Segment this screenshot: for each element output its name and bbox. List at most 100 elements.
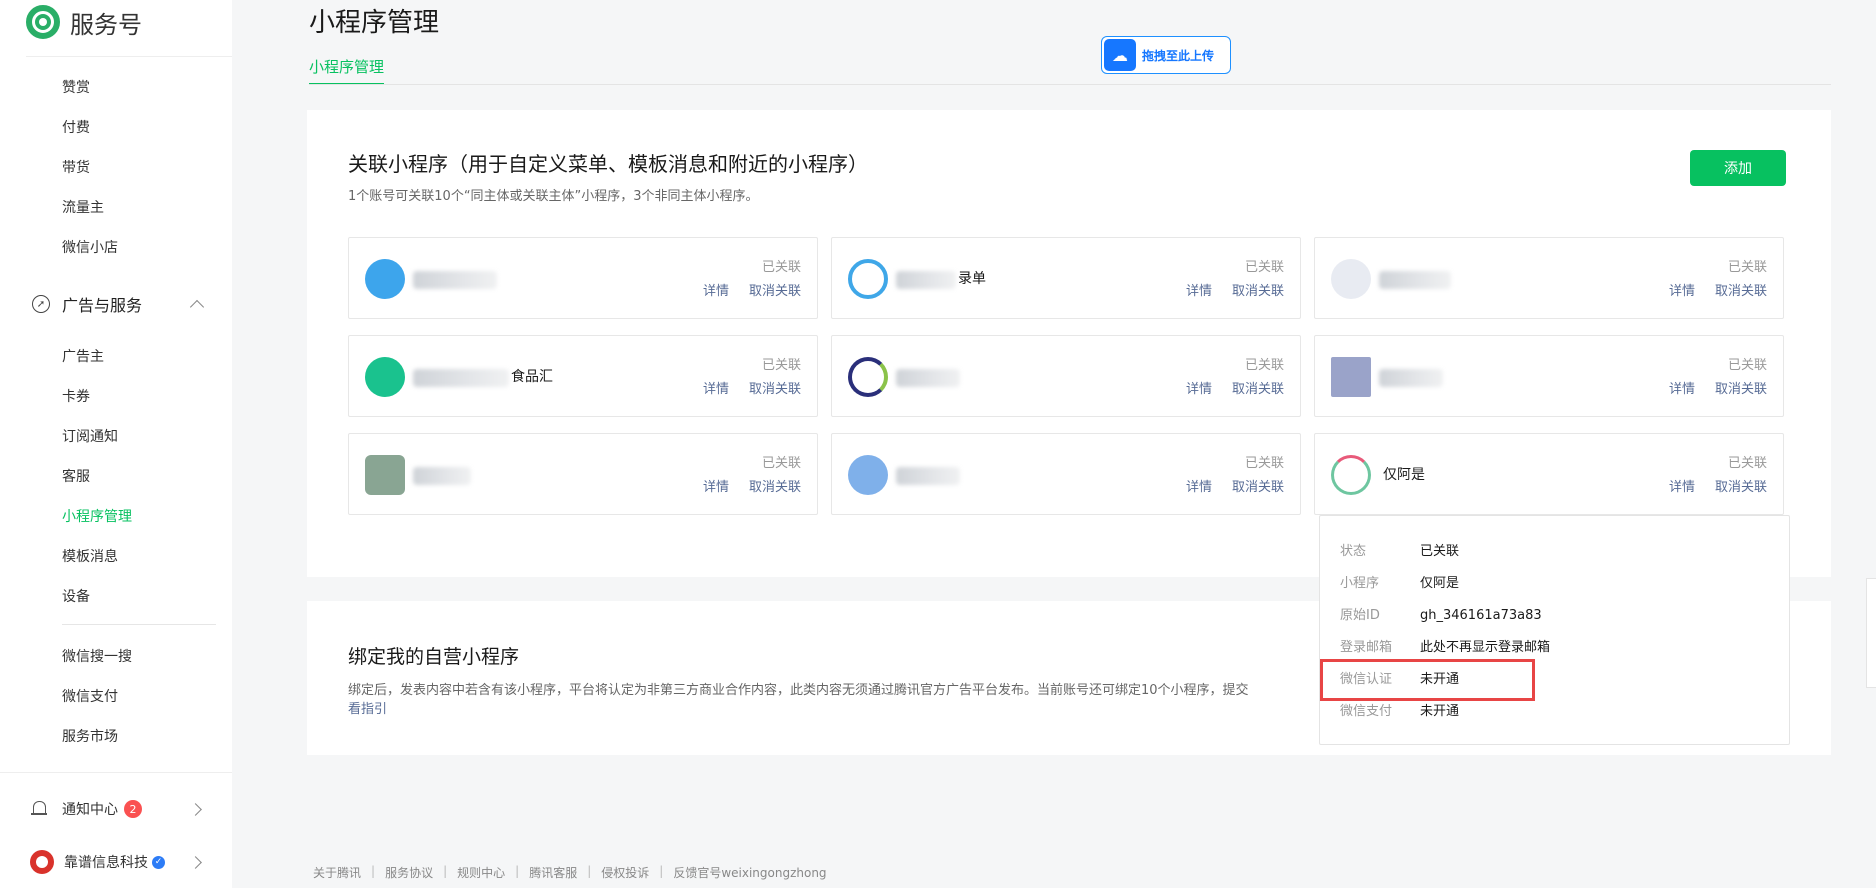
miniprogram-item: 已关联 详情 取消关联 <box>348 237 818 319</box>
chevron-right-icon <box>189 802 202 816</box>
sidebar-item-advertiser[interactable]: 广告主 <box>62 346 104 366</box>
footer-separator: | <box>515 864 520 878</box>
sidebar-item-paid[interactable]: 付费 <box>62 117 90 137</box>
sidebar-item-wechat-pay[interactable]: 微信支付 <box>62 686 118 706</box>
footer-link-about[interactable]: 关于腾讯 <box>313 864 361 881</box>
miniprogram-item: 录单 已关联 详情 取消关联 <box>831 237 1301 319</box>
footer-link-complaint[interactable]: 侵权投诉 <box>601 864 649 881</box>
sidebar: 服务号 赞赏 付费 带货 流量主 微信小店 ➚ 广告与服务 广告主 卡券 订阅通… <box>0 0 232 888</box>
miniprogram-item: 已关联 详情 取消关联 <box>831 433 1301 515</box>
detail-link[interactable]: 详情 <box>703 476 729 495</box>
detail-key: 微信支付 <box>1340 704 1393 719</box>
sidebar-item-wechat-search[interactable]: 微信搜一搜 <box>62 646 132 666</box>
bound-section-desc: 绑定后，发表内容中若含有该小程序，平台将认定为非第三方商业合作内容，此类内容无须… <box>348 683 1249 698</box>
detail-link[interactable]: 详情 <box>1669 476 1695 495</box>
detail-key: 状态 <box>1340 544 1367 559</box>
detail-row: 原始ID gh_346161a73a83 <box>1340 604 1542 623</box>
sidebar-item-customer-service[interactable]: 客服 <box>62 466 90 486</box>
verified-icon: ✓ <box>152 855 165 869</box>
footer-separator: | <box>443 864 448 878</box>
add-miniprogram-button[interactable]: 添加 <box>1690 150 1786 186</box>
notification-badge: 2 <box>124 800 142 818</box>
miniprogram-item: 食品汇 已关联 详情 取消关联 <box>348 335 818 417</box>
sidebar-divider <box>62 624 216 625</box>
highlight-box <box>1320 659 1535 701</box>
notification-label: 通知中心 <box>62 802 118 818</box>
sidebar-item-sell-goods[interactable]: 带货 <box>62 157 90 177</box>
sidebar-item-service-market[interactable]: 服务市场 <box>62 726 118 746</box>
view-guide-link[interactable]: 看指引 <box>348 698 387 717</box>
unlink-link[interactable]: 取消关联 <box>1232 280 1284 299</box>
brand-logo[interactable]: 服务号 <box>26 4 142 40</box>
footer-link-support[interactable]: 腾讯客服 <box>529 864 577 881</box>
miniprogram-logo-icon <box>848 259 888 299</box>
detail-row: 状态 已关联 <box>1340 540 1459 559</box>
miniprogram-logo-icon <box>848 455 888 495</box>
miniprogram-item: 已关联 详情 取消关联 <box>1314 335 1784 417</box>
detail-key: 小程序 <box>1340 576 1380 591</box>
partial-name: 录单 <box>958 271 986 287</box>
detail-link[interactable]: 详情 <box>1186 476 1212 495</box>
detail-link[interactable]: 详情 <box>1669 280 1695 299</box>
sidebar-item-miniprogram[interactable]: 小程序管理 <box>62 506 132 526</box>
bound-section-title: 绑定我的自营小程序 <box>348 646 520 668</box>
footer-link-rules[interactable]: 规则中心 <box>457 864 505 881</box>
miniprogram-logo-icon <box>848 357 888 397</box>
service-account-logo-icon <box>26 5 60 39</box>
detail-link[interactable]: 详情 <box>703 280 729 299</box>
unlink-link[interactable]: 取消关联 <box>749 476 801 495</box>
sidebar-group-label: 广告与服务 <box>62 296 143 315</box>
sidebar-item-reward[interactable]: 赞赏 <box>62 77 90 97</box>
tab-miniprogram-management[interactable]: 小程序管理 <box>309 56 385 85</box>
unlink-link[interactable]: 取消关联 <box>1715 378 1767 397</box>
unlink-link[interactable]: 取消关联 <box>1232 476 1284 495</box>
brand-name: 服务号 <box>70 10 142 39</box>
miniprogram-logo-icon <box>365 455 405 495</box>
footer-link-agreement[interactable]: 服务协议 <box>385 864 433 881</box>
sidebar-item-traffic-master[interactable]: 流量主 <box>62 197 104 217</box>
footer-link-feedback[interactable]: 反馈官号weixingongzhong <box>673 864 826 881</box>
compass-icon: ➚ <box>32 295 50 313</box>
blurred-name <box>896 369 960 387</box>
sidebar-item-coupons[interactable]: 卡券 <box>62 386 90 406</box>
link-status: 已关联 <box>1727 358 1767 373</box>
detail-link[interactable]: 详情 <box>1669 378 1695 397</box>
unlink-link[interactable]: 取消关联 <box>749 280 801 299</box>
footer-separator: | <box>371 864 376 878</box>
page-title: 小程序管理 <box>309 8 440 38</box>
detail-key: 原始ID <box>1340 608 1380 623</box>
drag-upload-button[interactable]: ☁ 拖拽至此上传 <box>1101 36 1231 74</box>
unlink-link[interactable]: 取消关联 <box>1232 378 1284 397</box>
detail-link[interactable]: 详情 <box>1186 280 1212 299</box>
miniprogram-name: 仅阿是 <box>1383 467 1425 483</box>
miniprogram-item: 已关联 详情 取消关联 <box>1314 237 1784 319</box>
link-status: 已关联 <box>1244 358 1284 373</box>
detail-link[interactable]: 详情 <box>1186 378 1212 397</box>
sidebar-item-template-msg[interactable]: 模板消息 <box>62 546 118 566</box>
sidebar-item-device[interactable]: 设备 <box>62 586 90 606</box>
miniprogram-logo-icon <box>1331 259 1371 299</box>
footer-separator: | <box>587 864 592 878</box>
detail-value: 未开通 <box>1420 704 1460 719</box>
miniprogram-item: 已关联 详情 取消关联 <box>348 433 818 515</box>
link-status: 已关联 <box>761 456 801 471</box>
chevron-up-icon <box>189 299 205 315</box>
blurred-name <box>896 271 956 289</box>
unlink-link[interactable]: 取消关联 <box>1715 476 1767 495</box>
notification-center[interactable]: 通知中心 2 <box>30 797 202 821</box>
miniprogram-item-selected[interactable]: 仅阿是 已关联 详情 取消关联 <box>1314 433 1784 515</box>
sidebar-group-ads-services[interactable]: ➚ 广告与服务 <box>32 292 205 316</box>
detail-value: 仅阿是 <box>1420 576 1460 591</box>
account-switcher[interactable]: 靠谱信息科技 ✓ <box>30 850 202 874</box>
tab-underline-divider <box>309 84 1831 85</box>
footer-separator: | <box>659 864 664 878</box>
unlink-link[interactable]: 取消关联 <box>1715 280 1767 299</box>
sidebar-item-subscribe-notify[interactable]: 订阅通知 <box>62 426 118 446</box>
unlink-link[interactable]: 取消关联 <box>749 378 801 397</box>
side-panel-edge <box>1866 578 1876 688</box>
partial-name: 食品汇 <box>511 369 553 385</box>
detail-link[interactable]: 详情 <box>703 378 729 397</box>
sidebar-item-wechat-shop[interactable]: 微信小店 <box>62 237 118 257</box>
miniprogram-logo-icon <box>1331 357 1371 397</box>
miniprogram-item: 已关联 详情 取消关联 <box>831 335 1301 417</box>
